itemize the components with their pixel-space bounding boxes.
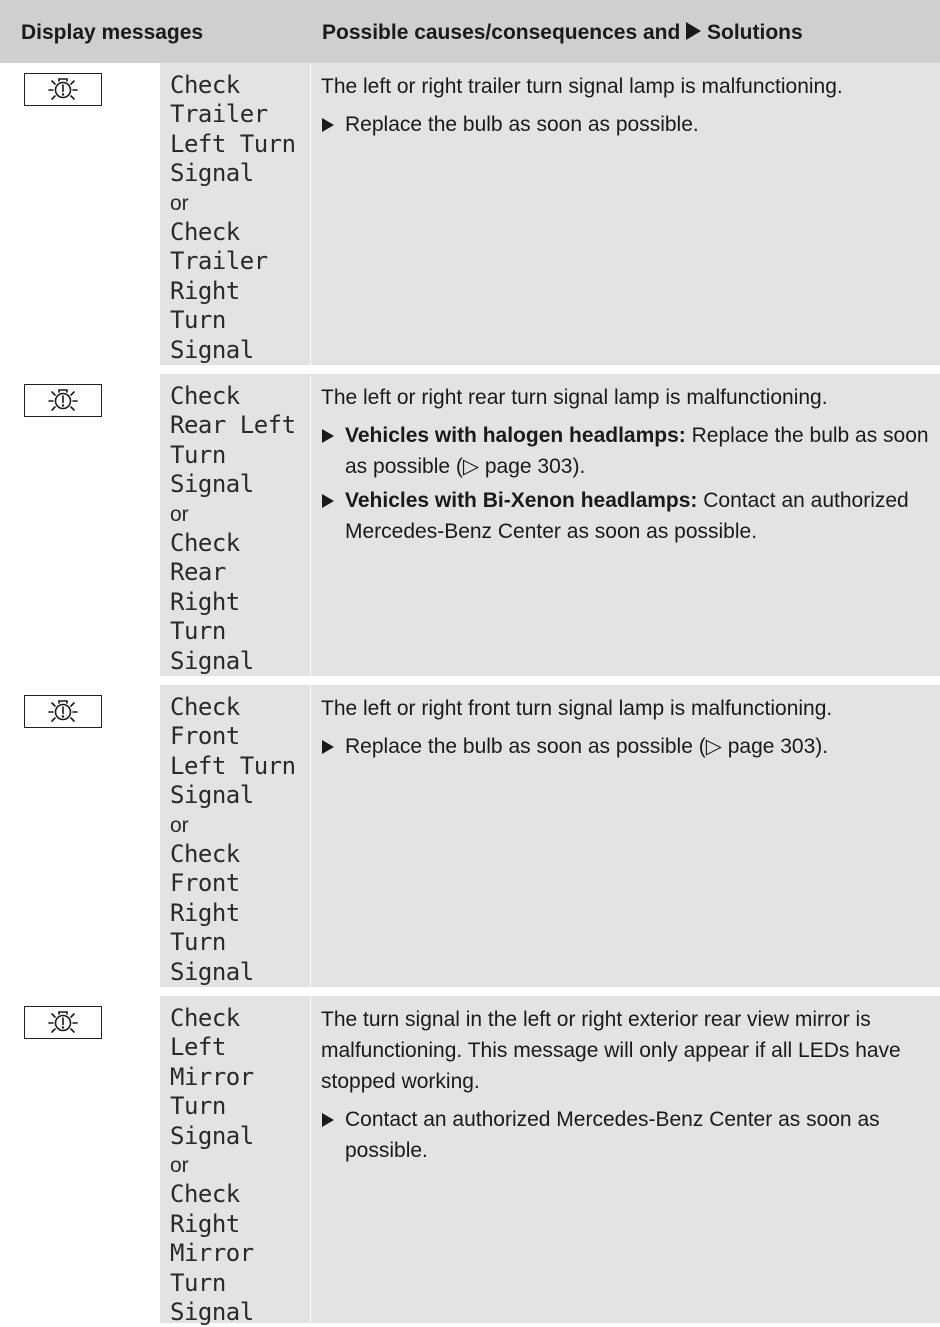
step-triangle-icon bbox=[322, 494, 334, 508]
message-line: Left Turn bbox=[170, 129, 296, 158]
message-line: Check bbox=[170, 382, 240, 410]
message-line: Check bbox=[170, 693, 240, 721]
solution-step: Contact an authorized Mercedes-Benz Cent… bbox=[321, 1104, 933, 1166]
step-triangle-icon bbox=[322, 429, 334, 443]
solution-cell: The left or right front turn signal lamp… bbox=[311, 685, 940, 987]
message-line: Signal bbox=[170, 646, 254, 675]
or-separator: or bbox=[170, 813, 189, 837]
row-divider bbox=[0, 676, 940, 677]
or-separator: or bbox=[170, 191, 189, 215]
header-causes-label: Possible causes/consequences and bbox=[322, 21, 681, 44]
message-line: Trailer bbox=[170, 247, 268, 276]
solution-step: Vehicles with halogen headlamps: Replace… bbox=[321, 420, 933, 482]
message-cell: Check Front Left Turn Signal or Check Fr… bbox=[160, 685, 310, 987]
bulb-warning-icon bbox=[24, 695, 102, 728]
message-line: Right bbox=[170, 587, 240, 616]
step-triangle-icon bbox=[322, 1113, 334, 1127]
table-row: Check Rear Left Turn Signal or Check Rea… bbox=[0, 374, 940, 676]
step-condition: Vehicles with Bi-Xenon headlamps: bbox=[345, 489, 698, 512]
message-line: Signal bbox=[170, 1121, 254, 1150]
message-line: Signal bbox=[170, 335, 254, 364]
message-line: Check bbox=[170, 218, 240, 247]
table-row: Check Front Left Turn Signal or Check Fr… bbox=[0, 685, 940, 987]
message-line: Rear Left bbox=[170, 411, 296, 440]
message-line: Signal bbox=[170, 957, 254, 986]
message-cell: Check Rear Left Turn Signal or Check Rea… bbox=[160, 374, 310, 676]
cause-text: The left or right trailer turn signal la… bbox=[321, 75, 843, 98]
solution-cell: The turn signal in the left or right ext… bbox=[311, 996, 940, 1323]
message-cell: Check Left Mirror Turn Signal or Check R… bbox=[160, 996, 310, 1326]
message-line: Turn bbox=[170, 440, 226, 469]
message-line: Check bbox=[170, 840, 240, 869]
table-row: Check Left Mirror Turn Signal or Check R… bbox=[0, 996, 940, 1326]
message-line: Signal bbox=[170, 470, 254, 499]
message-line: Turn bbox=[170, 928, 226, 957]
message-line: Right bbox=[170, 276, 240, 305]
icon-cell bbox=[0, 685, 159, 987]
step-text: Contact an authorized Mercedes-Benz Cent… bbox=[345, 1108, 880, 1162]
step-text: Replace the bulb as soon as possible. bbox=[345, 113, 699, 136]
message-line: Mirror bbox=[170, 1239, 254, 1268]
message-line: Turn bbox=[170, 1268, 226, 1297]
solution-cell: The left or right rear turn signal lamp … bbox=[311, 374, 940, 676]
solution-step: Vehicles with Bi-Xenon headlamps: Contac… bbox=[321, 485, 933, 547]
step-triangle-icon bbox=[322, 740, 334, 754]
message-line: Signal bbox=[170, 781, 254, 810]
message-line: Right bbox=[170, 1209, 240, 1238]
cause-text: The left or right front turn signal lamp… bbox=[321, 697, 833, 720]
message-line: Turn bbox=[170, 617, 226, 646]
table-row: Check Trailer Left Turn Signal or Check … bbox=[0, 63, 940, 365]
message-line: Front bbox=[170, 869, 240, 898]
or-separator: or bbox=[170, 1154, 189, 1178]
header-solutions-label: Solutions bbox=[707, 21, 803, 44]
message-line: Check bbox=[170, 1180, 240, 1209]
step-text: Replace the bulb as soon as possible (▷ … bbox=[345, 735, 829, 758]
message-line: Check bbox=[170, 1004, 240, 1032]
message-line: Trailer bbox=[170, 100, 268, 129]
bulb-warning-icon bbox=[24, 1006, 102, 1039]
or-separator: or bbox=[170, 502, 189, 526]
message-line: Check bbox=[170, 529, 240, 558]
step-condition: Vehicles with halogen headlamps: bbox=[345, 424, 686, 447]
icon-cell bbox=[0, 63, 159, 365]
message-line: Turn bbox=[170, 306, 226, 335]
solution-step: Replace the bulb as soon as possible. bbox=[321, 109, 933, 140]
row-divider bbox=[0, 987, 940, 988]
message-line: Signal bbox=[170, 159, 254, 188]
message-line: Left bbox=[170, 1033, 226, 1062]
message-cell: Check Trailer Left Turn Signal or Check … bbox=[160, 63, 310, 365]
header-causes-solutions: Possible causes/consequences and Solutio… bbox=[322, 21, 803, 45]
message-line: Mirror bbox=[170, 1062, 254, 1091]
icon-cell bbox=[0, 996, 159, 1323]
step-triangle-icon bbox=[322, 118, 334, 132]
message-line: Front bbox=[170, 722, 240, 751]
cause-text: The left or right rear turn signal lamp … bbox=[321, 386, 828, 409]
table-header: Display messages Possible causes/consequ… bbox=[0, 0, 940, 63]
bulb-warning-icon bbox=[24, 73, 102, 106]
solution-step: Replace the bulb as soon as possible (▷ … bbox=[321, 731, 933, 762]
action-triangle-icon bbox=[686, 22, 702, 40]
message-line: Right bbox=[170, 898, 240, 927]
bulb-warning-icon bbox=[24, 384, 102, 417]
row-divider bbox=[0, 365, 940, 366]
icon-cell bbox=[0, 374, 159, 676]
message-line: Check bbox=[170, 71, 240, 99]
header-display-messages: Display messages bbox=[21, 21, 204, 44]
message-line: Rear bbox=[170, 558, 226, 587]
solution-cell: The left or right trailer turn signal la… bbox=[311, 63, 940, 365]
message-line: Left Turn bbox=[170, 751, 296, 780]
cause-text: The turn signal in the left or right ext… bbox=[321, 1008, 901, 1093]
message-line: Turn bbox=[170, 1092, 226, 1121]
